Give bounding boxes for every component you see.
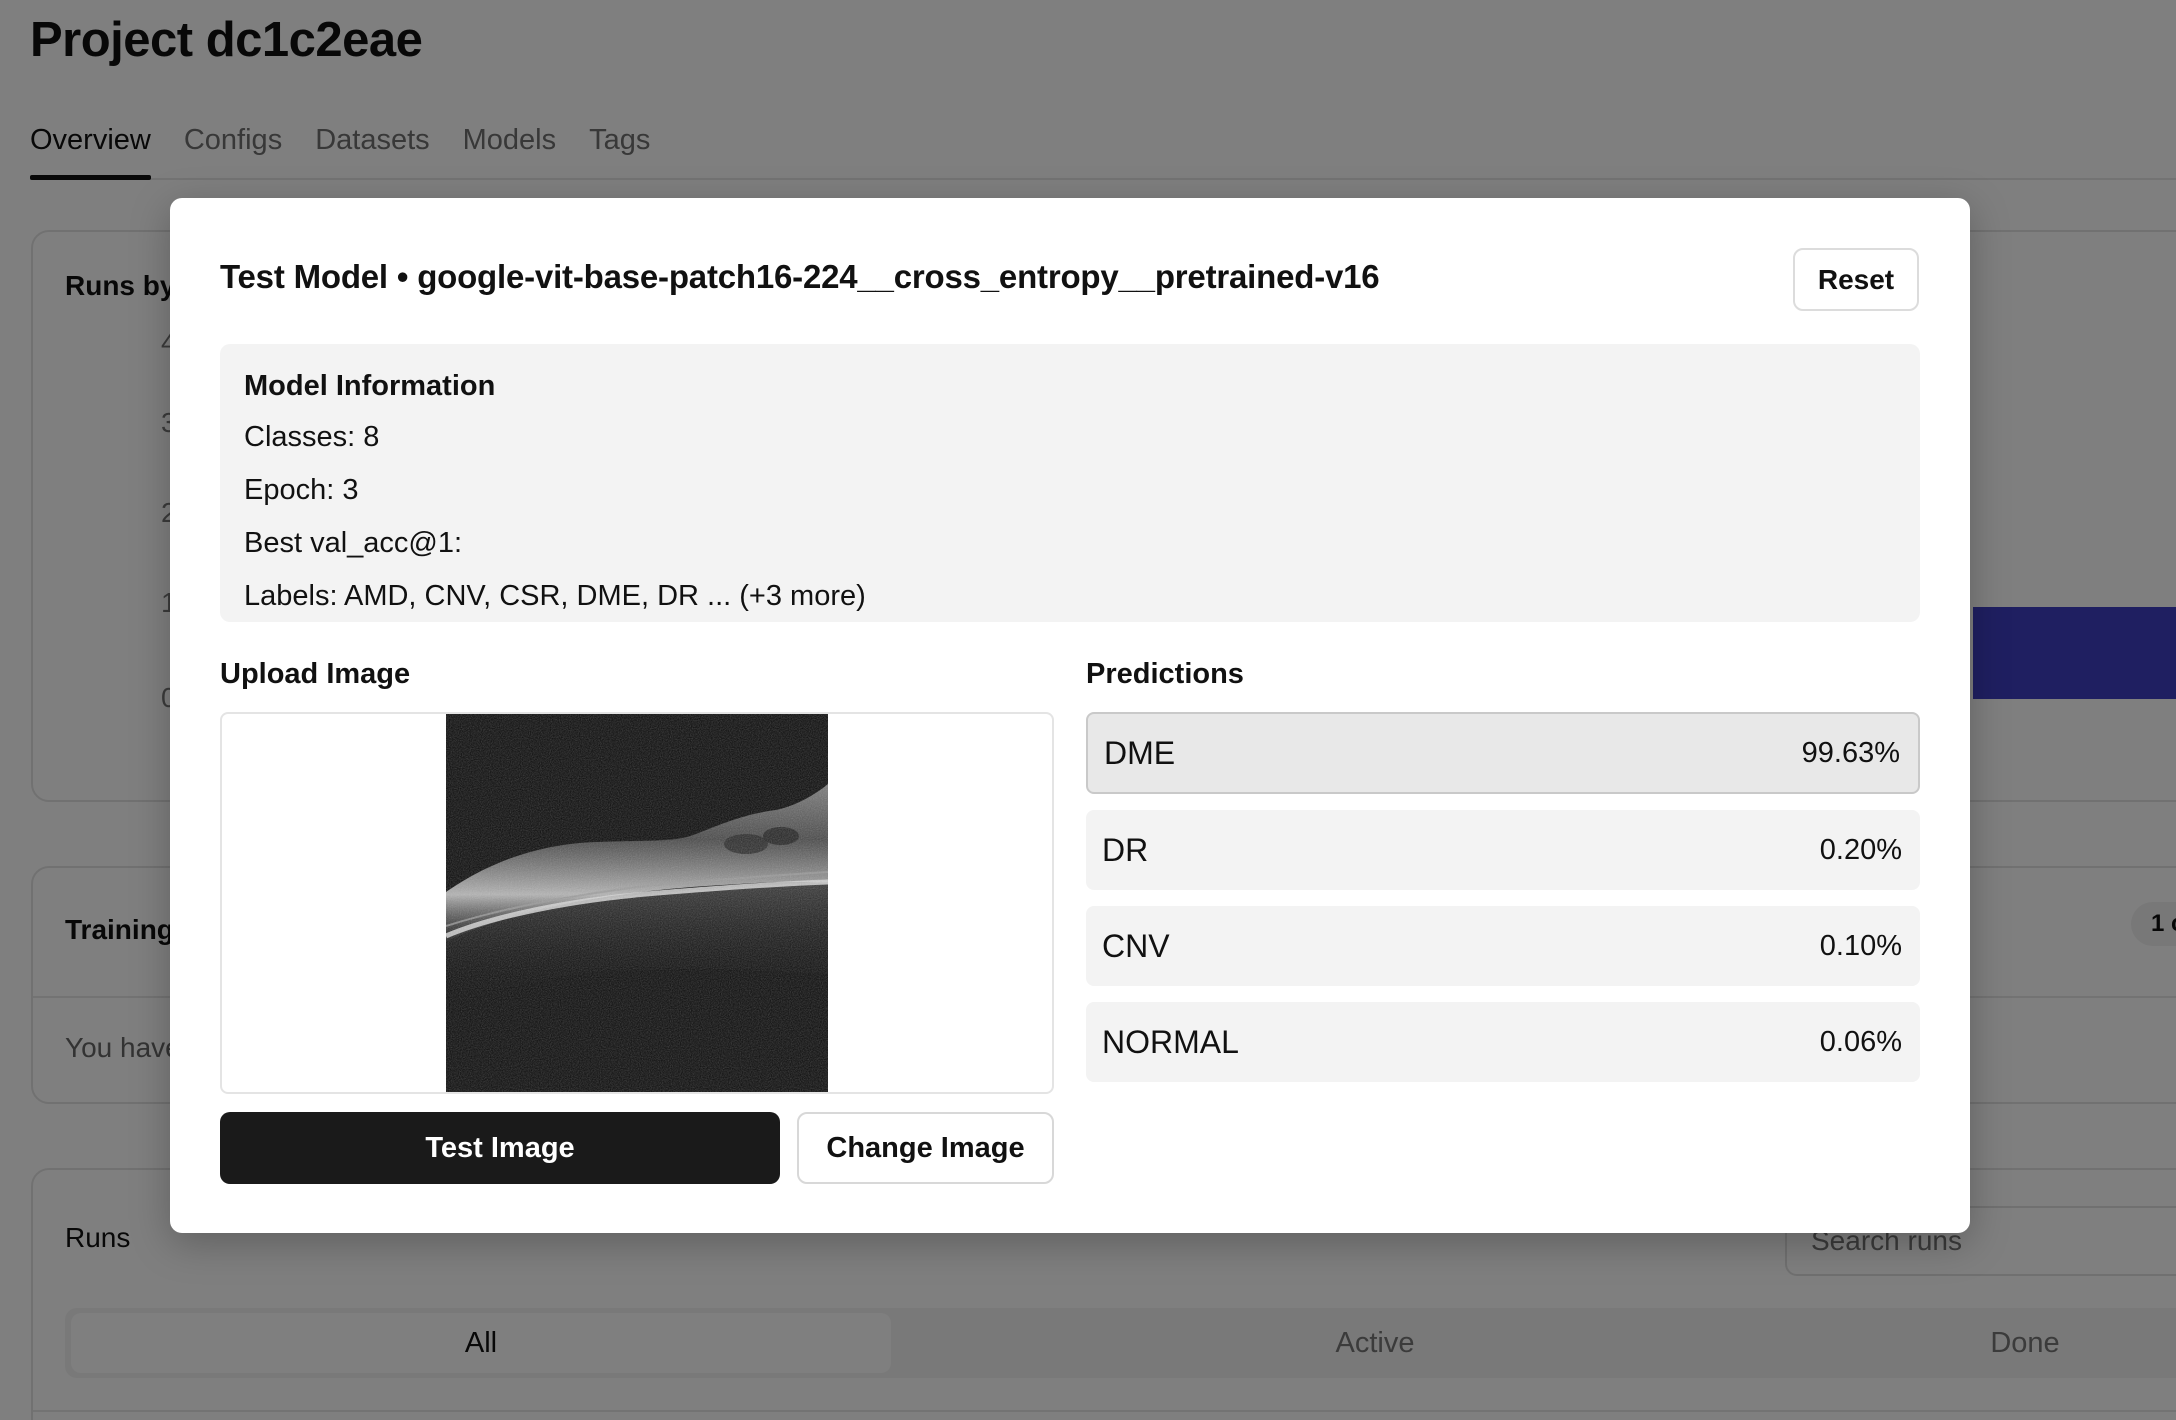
prediction-row: CNV 0.10% (1086, 906, 1920, 986)
prediction-value: 0.06% (1819, 1025, 1902, 1058)
prediction-row: NORMAL 0.06% (1086, 1002, 1920, 1082)
model-labels: Labels: AMD, CNV, CSR, DME, DR ... (+3 m… (244, 580, 866, 612)
prediction-label: DR (1102, 831, 1149, 868)
model-info-panel: Model Information Classes: 8 Epoch: 3 Be… (220, 344, 1920, 622)
prediction-row: DR 0.20% (1086, 810, 1920, 890)
upload-image-label: Upload Image (220, 658, 411, 690)
change-image-button[interactable]: Change Image (797, 1112, 1054, 1184)
project-page: Project dc1c2eae Overview Configs Datase… (0, 0, 2176, 1420)
image-upload-area[interactable] (220, 712, 1054, 1094)
prediction-value: 0.10% (1819, 929, 1902, 962)
predictions-label: Predictions (1086, 658, 1244, 690)
reset-button[interactable]: Reset (1793, 248, 1919, 311)
prediction-label: DME (1104, 734, 1176, 771)
model-info-heading: Model Information (244, 370, 496, 402)
prediction-row: DME 99.63% (1086, 712, 1920, 794)
model-epoch: Epoch: 3 (244, 474, 359, 506)
prediction-label: NORMAL (1102, 1023, 1239, 1060)
prediction-value: 99.63% (1801, 736, 1900, 769)
test-model-dialog: Test Model • google-vit-base-patch16-224… (170, 198, 1970, 1233)
model-classes: Classes: 8 (244, 421, 380, 453)
oct-scan-image (446, 714, 828, 1092)
dialog-title: Test Model • google-vit-base-patch16-224… (220, 258, 1380, 295)
prediction-value: 0.20% (1819, 833, 1902, 866)
prediction-label: CNV (1102, 927, 1170, 964)
test-image-button[interactable]: Test Image (220, 1112, 780, 1184)
model-best-val: Best val_acc@1: (244, 527, 463, 559)
